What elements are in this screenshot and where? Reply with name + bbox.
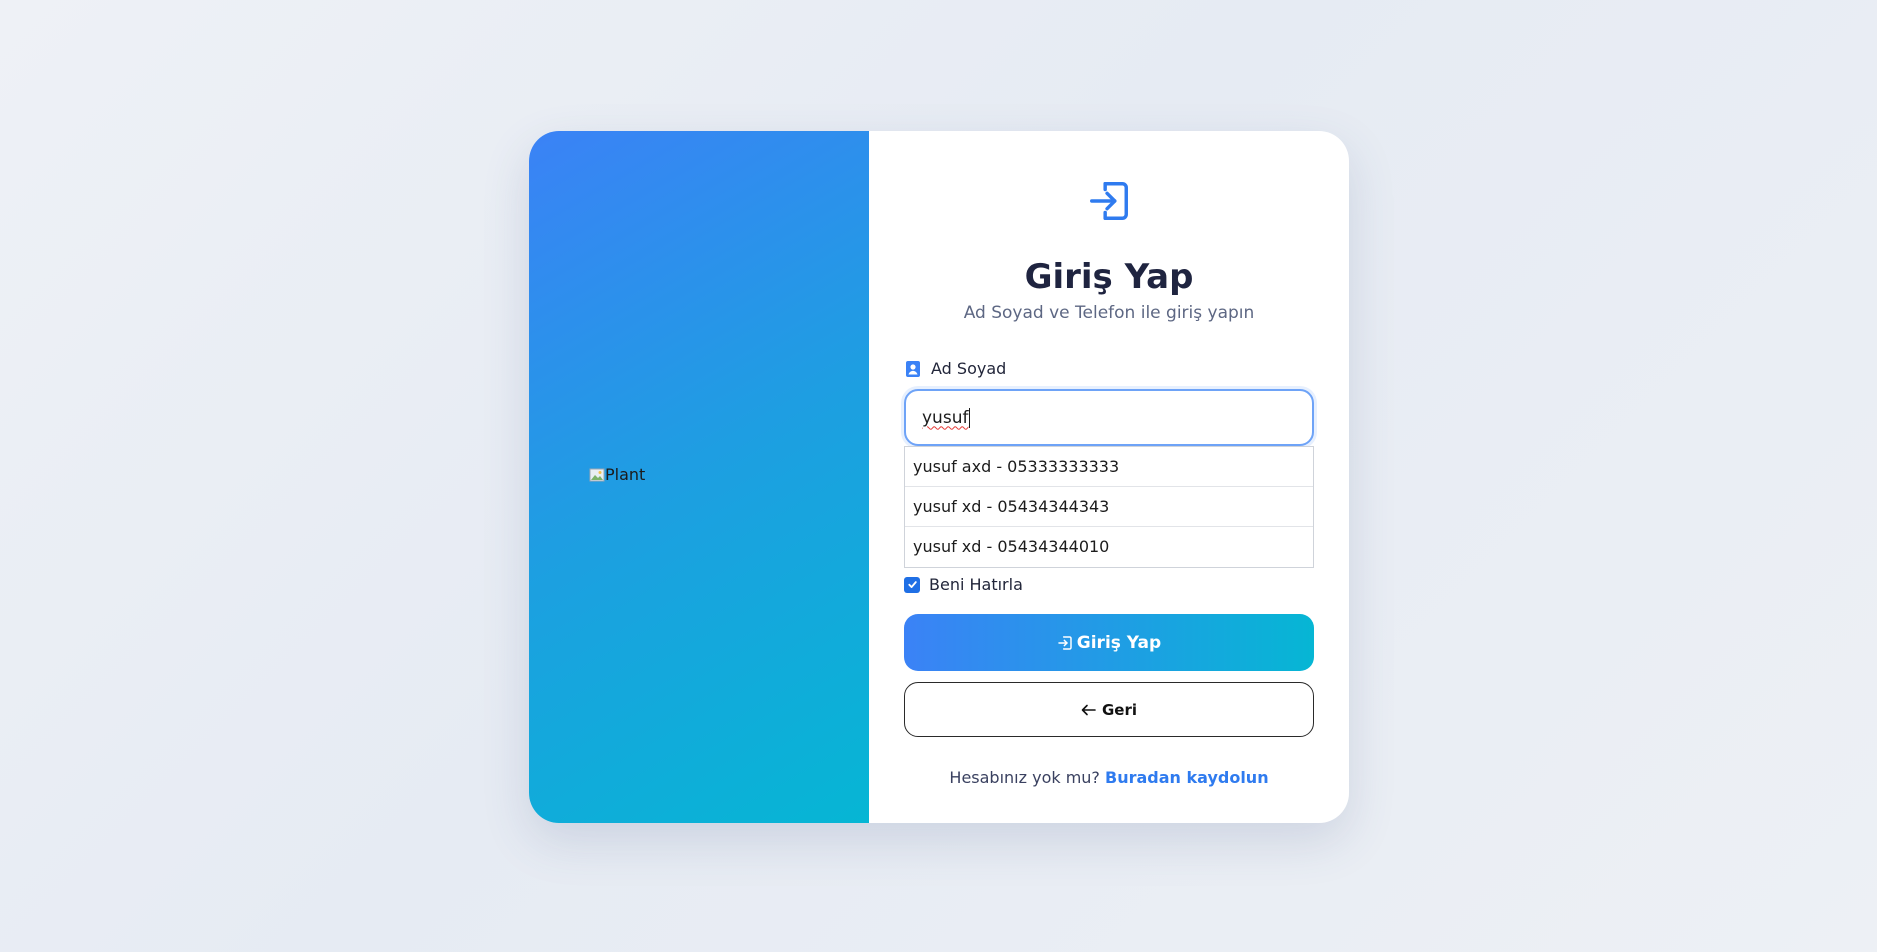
login-button[interactable]: Giriş Yap xyxy=(904,614,1314,671)
remember-checkbox[interactable] xyxy=(904,576,920,593)
broken-image-icon xyxy=(589,468,605,481)
page-title: Giriş Yap xyxy=(1024,257,1194,297)
name-field-label: Ad Soyad xyxy=(905,359,1006,378)
back-button[interactable]: Geri xyxy=(904,682,1314,737)
text-caret xyxy=(969,407,971,428)
login-card: Plant Giriş Yap Ad Soyad ve Telefon ile … xyxy=(529,131,1349,823)
name-field-label-text: Ad Soyad xyxy=(931,359,1007,378)
register-prompt: Hesabınız yok mu? Buradan kaydolun xyxy=(869,768,1349,787)
login-form-panel: Giriş Yap Ad Soyad ve Telefon ile giriş … xyxy=(869,131,1349,823)
login-icon xyxy=(1090,182,1128,220)
register-link[interactable]: Buradan kaydolun xyxy=(1105,768,1269,787)
arrow-left-icon xyxy=(1081,704,1096,715)
name-input-value: yusuf xyxy=(922,407,969,428)
autocomplete-option[interactable]: yusuf axd - 05333333333 xyxy=(905,447,1313,487)
register-prompt-text: Hesabınız yok mu? xyxy=(949,768,1100,787)
name-input[interactable]: yusuf xyxy=(904,389,1314,446)
login-icon xyxy=(1058,635,1072,650)
decorative-panel: Plant xyxy=(529,131,869,823)
autocomplete-option[interactable]: yusuf xd - 05434344010 xyxy=(905,527,1313,567)
autocomplete-option[interactable]: yusuf xd - 05434344343 xyxy=(905,487,1313,527)
page-subtitle: Ad Soyad ve Telefon ile giriş yapın xyxy=(963,303,1255,323)
check-icon xyxy=(907,581,917,588)
contact-card-icon xyxy=(906,360,920,377)
back-button-label: Geri xyxy=(1101,700,1138,719)
plant-image: Plant xyxy=(589,465,645,484)
autocomplete-list: yusuf axd - 05333333333 yusuf xd - 05434… xyxy=(904,446,1314,568)
remember-label: Beni Hatırla xyxy=(929,575,1023,594)
login-button-label: Giriş Yap xyxy=(1076,632,1162,653)
plant-image-alt: Plant xyxy=(605,465,646,484)
remember-me[interactable]: Beni Hatırla xyxy=(904,575,1023,594)
